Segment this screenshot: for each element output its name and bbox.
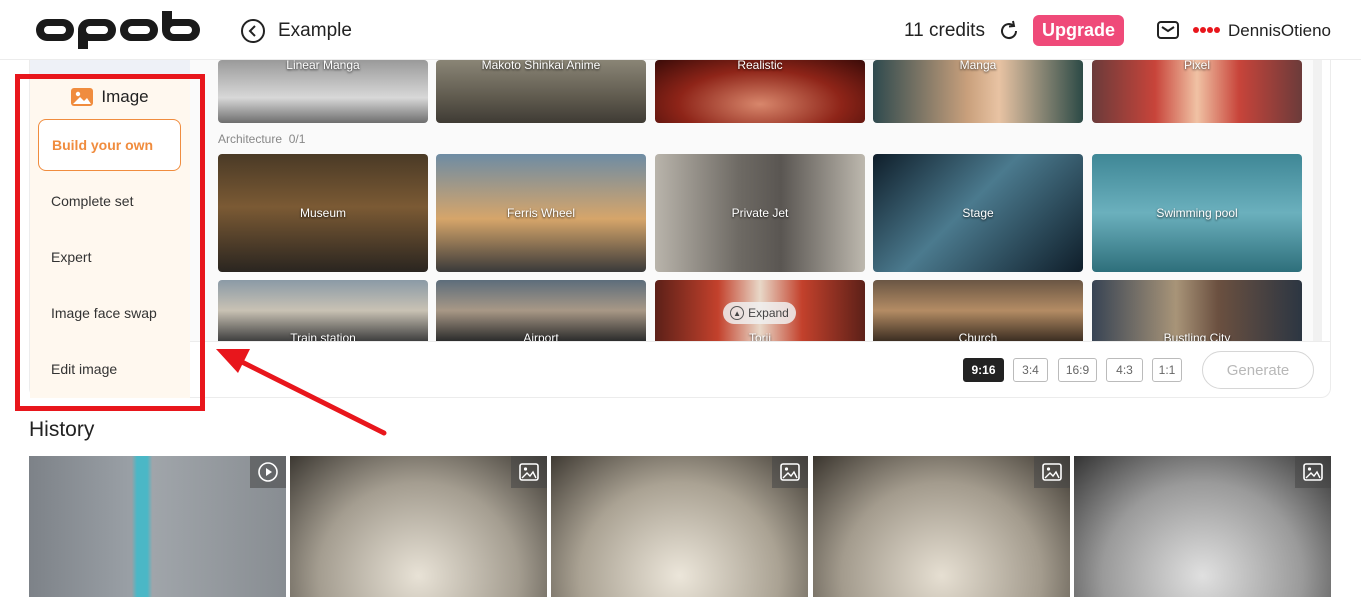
tile-label: Church bbox=[958, 331, 998, 341]
style-tile-linear-manga[interactable]: Linear Manga bbox=[218, 60, 428, 123]
page-title: Example bbox=[278, 20, 352, 41]
ratio-16-9-button[interactable]: 16:9 bbox=[1058, 358, 1097, 382]
history-badge bbox=[1295, 456, 1331, 488]
tile-label: Realistic bbox=[737, 60, 783, 72]
refresh-icon[interactable] bbox=[997, 19, 1021, 43]
history-item[interactable] bbox=[1074, 456, 1331, 597]
ratio-1-1-button[interactable]: 1:1 bbox=[1152, 358, 1182, 382]
style-tile-manga[interactable]: Manga bbox=[873, 60, 1083, 123]
generate-button[interactable]: Generate bbox=[1202, 351, 1314, 389]
tile-label: Train station bbox=[290, 331, 356, 341]
history-title: History bbox=[29, 418, 95, 441]
history-badge bbox=[511, 456, 547, 488]
scene-tile-private-jet[interactable]: Private Jet bbox=[655, 154, 865, 272]
scene-tile-train-station[interactable]: Train station bbox=[218, 280, 428, 341]
tile-label: Pixel bbox=[1183, 60, 1210, 72]
tile-label: Torii bbox=[748, 331, 771, 341]
username[interactable]: DennisOtieno bbox=[1228, 21, 1331, 41]
apob-logo[interactable] bbox=[36, 11, 202, 49]
mail-icon[interactable] bbox=[1157, 21, 1179, 39]
history-item[interactable] bbox=[551, 456, 808, 597]
annotation-arrow bbox=[216, 349, 387, 436]
scene-tile-airport[interactable]: Airport bbox=[436, 280, 646, 341]
upgrade-button[interactable]: Upgrade bbox=[1033, 15, 1124, 46]
top-header: Example 11 credits Upgrade DennisOtieno bbox=[0, 0, 1361, 60]
chevron-up-icon: ▲ bbox=[730, 306, 745, 320]
tile-label: Makoto Shinkai Anime bbox=[481, 60, 601, 72]
history-item[interactable] bbox=[813, 456, 1070, 597]
play-icon bbox=[258, 462, 278, 482]
image-icon bbox=[1042, 463, 1062, 481]
tile-label: Private Jet bbox=[731, 206, 789, 220]
history-badge bbox=[772, 456, 808, 488]
style-tile-pixel[interactable]: Pixel bbox=[1092, 60, 1302, 123]
image-icon bbox=[1303, 463, 1323, 481]
style-tile-makoto-shinkai-anime[interactable]: Makoto Shinkai Anime bbox=[436, 60, 646, 123]
tile-label: Stage bbox=[962, 206, 994, 220]
section-count: 0/1 bbox=[288, 132, 306, 146]
tile-label: Airport bbox=[523, 331, 559, 341]
ratio-3-4-button[interactable]: 3:4 bbox=[1013, 358, 1048, 382]
back-button[interactable] bbox=[241, 19, 265, 43]
tile-label: Museum bbox=[299, 206, 346, 220]
tile-label: Linear Manga bbox=[286, 60, 360, 72]
annotation-highlight-box bbox=[15, 74, 205, 411]
gallery-scrollbar[interactable] bbox=[1313, 60, 1322, 341]
chevron-left-icon bbox=[248, 25, 256, 37]
tile-label: Manga bbox=[959, 60, 997, 72]
expand-button[interactable]: ▲ Expand bbox=[723, 302, 796, 324]
scene-tile-church[interactable]: Church bbox=[873, 280, 1083, 341]
scene-tile-museum[interactable]: Museum bbox=[218, 154, 428, 272]
scene-tile-ferris-wheel[interactable]: Ferris Wheel bbox=[436, 154, 646, 272]
section-title: Architecture bbox=[218, 132, 283, 146]
scene-tile-bustling-city[interactable]: Bustling City bbox=[1092, 280, 1302, 341]
credits-count: 11 credits bbox=[904, 20, 985, 41]
history-item[interactable] bbox=[29, 456, 286, 597]
image-icon bbox=[780, 463, 800, 481]
ratio-4-3-button[interactable]: 4:3 bbox=[1106, 358, 1143, 382]
style-tile-realistic[interactable]: Realistic bbox=[655, 60, 865, 123]
tile-label: Swimming pool bbox=[1156, 206, 1238, 220]
user-avatar-logo bbox=[1193, 27, 1220, 33]
history-badge bbox=[1034, 456, 1070, 488]
history-item[interactable] bbox=[290, 456, 547, 597]
scene-tile-stage[interactable]: Stage bbox=[873, 154, 1083, 272]
tile-label: Ferris Wheel bbox=[506, 206, 575, 220]
architecture-section-label: Architecture 0/1 bbox=[218, 132, 305, 146]
scene-tile-swimming-pool[interactable]: Swimming pool bbox=[1092, 154, 1302, 272]
image-icon bbox=[519, 463, 539, 481]
tile-label: Bustling City bbox=[1163, 331, 1231, 341]
expand-label: Expand bbox=[748, 306, 789, 320]
ratio-9-16-button[interactable]: 9:16 bbox=[963, 358, 1004, 382]
history-badge bbox=[250, 456, 286, 488]
